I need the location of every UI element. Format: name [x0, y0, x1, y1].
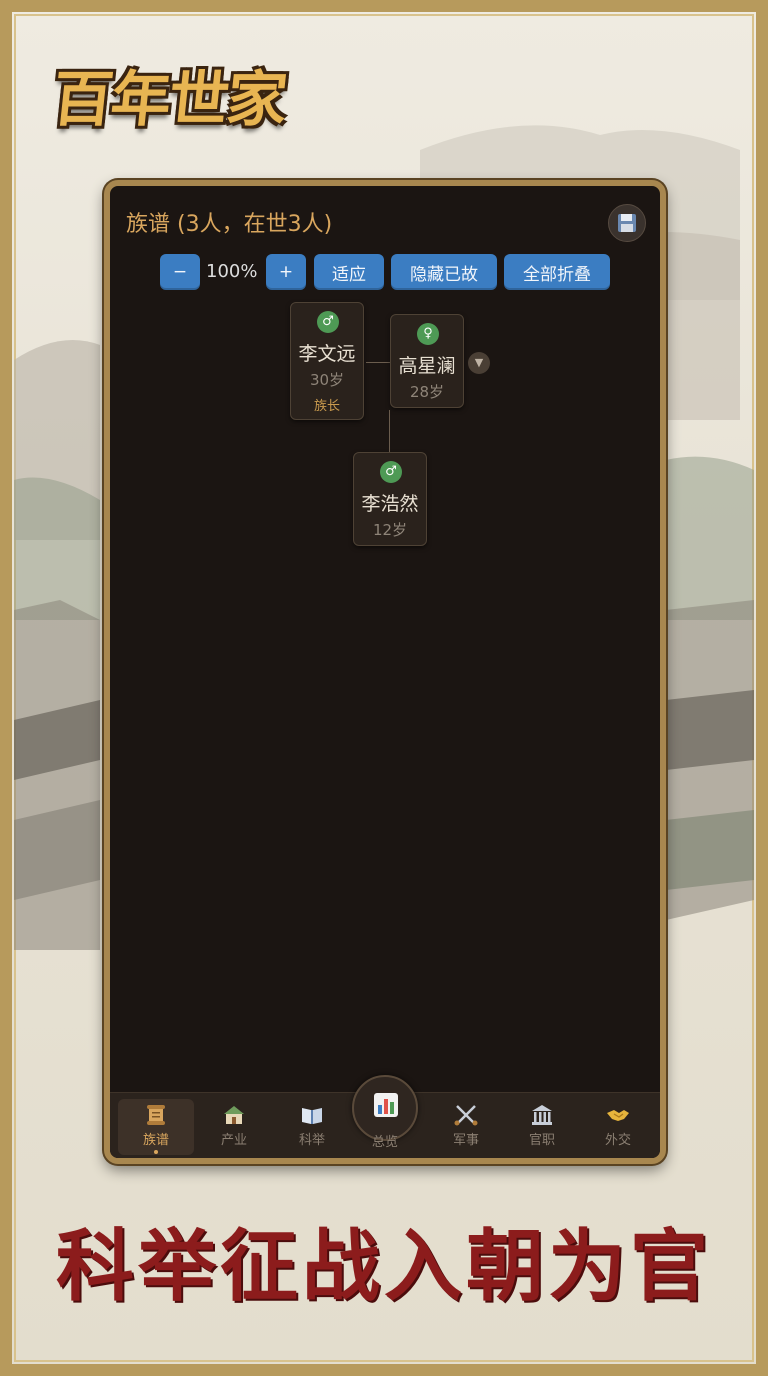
active-indicator — [154, 1150, 158, 1154]
nav-item-family-tree[interactable]: 族谱 — [118, 1099, 194, 1155]
family-member-card[interactable]: ♂ 李文远 30岁 族长 — [290, 302, 364, 420]
game-logo: 百年世家 — [34, 52, 304, 148]
nav-item-military[interactable]: 军事 — [428, 1099, 504, 1155]
handshake-icon — [607, 1110, 629, 1121]
member-age: 30岁 — [309, 371, 345, 389]
page-title: 族谱 (3人，在世3人) — [126, 212, 333, 237]
zoom-level: 100% — [206, 261, 258, 282]
member-name: 李文远 — [298, 343, 356, 365]
nav-item-official-post[interactable]: 官职 — [504, 1099, 580, 1155]
family-tree-panel: 族谱 (3人，在世3人) − 100% + 适应 隐藏已故 全部折叠 ♂ 李文远… — [104, 180, 666, 1164]
game-logo-text: 百年世家 — [49, 65, 289, 135]
bar-chart-icon — [374, 1093, 398, 1117]
member-name: 李浩然 — [361, 493, 419, 515]
save-button[interactable] — [608, 204, 646, 242]
expand-arrow-icon[interactable]: ▼ — [468, 352, 490, 374]
hide-deceased-button[interactable]: 隐藏已故 — [391, 254, 497, 290]
male-icon: ♂ — [380, 461, 402, 483]
nav-label: 官职 — [528, 1133, 555, 1148]
nav-item-imperial-exam[interactable]: 科举 — [274, 1099, 350, 1155]
nav-label: 总览 — [371, 1135, 398, 1150]
family-member-card[interactable]: ♂ 李浩然 12岁 — [353, 452, 427, 546]
nav-label: 外交 — [604, 1133, 631, 1148]
book-icon — [302, 1108, 322, 1124]
member-name: 高星澜 — [398, 355, 456, 377]
nav-item-diplomacy[interactable]: 外交 — [580, 1099, 656, 1155]
nav-label: 族谱 — [142, 1133, 169, 1148]
promo-slogan: 科举征战入朝为官 — [55, 1221, 712, 1312]
government-building-icon — [532, 1105, 552, 1125]
zoom-in-button[interactable]: + — [266, 254, 306, 290]
member-age: 12岁 — [372, 521, 408, 539]
spouse-connector — [366, 362, 390, 363]
parent-child-connector — [389, 410, 390, 456]
nav-label: 科举 — [298, 1133, 325, 1148]
fit-button[interactable]: 适应 — [314, 254, 384, 290]
member-age: 28岁 — [409, 383, 445, 401]
member-role: 族长 — [313, 399, 340, 414]
house-icon — [224, 1106, 244, 1124]
female-icon: ♀ — [417, 323, 439, 345]
scroll-icon — [147, 1105, 165, 1125]
zoom-out-button[interactable]: − — [160, 254, 200, 290]
collapse-all-button[interactable]: 全部折叠 — [504, 254, 610, 290]
family-member-card[interactable]: ♀ 高星澜 28岁 — [390, 314, 464, 408]
nav-item-property[interactable]: 产业 — [196, 1099, 272, 1155]
male-icon: ♂ — [317, 311, 339, 333]
nav-label: 军事 — [452, 1133, 479, 1148]
nav-label: 产业 — [220, 1133, 247, 1148]
nav-item-overview[interactable]: 总览 — [352, 1075, 418, 1150]
bottom-nav: 族谱 产业 科举 总览 军事 官职 外交 — [110, 1075, 660, 1158]
floppy-disk-icon — [618, 214, 636, 232]
crossed-swords-icon — [454, 1105, 478, 1126]
